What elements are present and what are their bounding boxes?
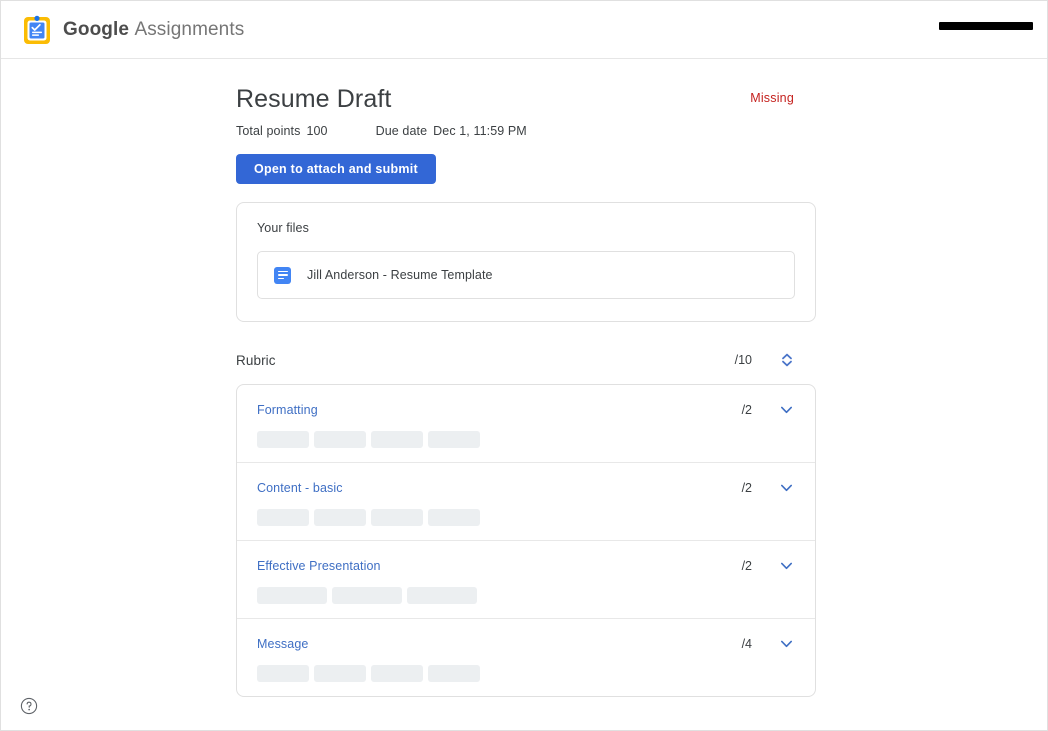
clipboard-check-icon [24,15,50,44]
criterion-header: Content - basic /2 [237,479,815,496]
chevron-down-icon[interactable] [778,635,795,652]
total-points-label: Total points [236,124,301,138]
criterion-placeholder-chips [237,665,815,682]
your-files-title: Your files [257,221,309,235]
due-date-label: Due date [375,124,428,138]
criterion-points: /2 [741,402,752,417]
criterion-name[interactable]: Formatting [257,403,742,417]
criterion-placeholder-chips [237,587,815,604]
rubric-criterion: Formatting /2 [237,385,815,463]
placeholder-chip [428,665,480,682]
placeholder-chip [257,509,309,526]
brand-google: Google [63,18,130,40]
placeholder-chip [428,431,480,448]
rubric-criterion: Message /4 [237,619,815,696]
chevron-down-icon[interactable] [778,557,795,574]
rubric-total-score: /10 [734,353,752,367]
criterion-placeholder-chips [237,431,815,448]
rubric-criterion: Effective Presentation /2 [237,541,815,619]
rubric-card: Formatting /2 Content - basic /2 Effecti… [236,384,816,697]
chevron-down-icon[interactable] [778,401,795,418]
assignment-header: Resume Draft Missing [236,83,816,115]
criterion-header: Message /4 [237,635,815,652]
placeholder-chip [257,665,309,682]
main-content: Resume Draft Missing Total points 100 Du… [1,59,1047,697]
criterion-name[interactable]: Message [257,637,742,651]
open-to-attach-and-submit-button[interactable]: Open to attach and submit [236,154,436,184]
chevron-up-down-icon[interactable] [778,351,796,369]
criterion-header: Effective Presentation /2 [237,557,815,574]
criterion-points: /2 [741,558,752,573]
rubric-title: Rubric [236,352,276,368]
criterion-points: /2 [741,480,752,495]
criterion-placeholder-chips [237,509,815,526]
placeholder-chip [371,509,423,526]
content-column: Resume Draft Missing Total points 100 Du… [236,83,816,697]
placeholder-chip [257,431,309,448]
app-header: Google Assignments [1,1,1047,59]
criterion-points: /4 [741,636,752,651]
total-points-value: 100 [306,124,328,138]
help-circle-icon[interactable] [20,697,38,715]
placeholder-chip [407,587,477,604]
chevron-down-icon[interactable] [778,479,795,496]
status-badge: Missing [750,91,794,105]
criterion-name[interactable]: Effective Presentation [257,559,742,573]
placeholder-chip [314,431,366,448]
your-files-card: Your files Jill Anderson - Resume Templa… [236,202,816,322]
placeholder-chip [314,509,366,526]
placeholder-chip [257,587,327,604]
rubric-header: Rubric /10 [236,348,816,372]
file-name: Jill Anderson - Resume Template [307,268,493,282]
criterion-header: Formatting /2 [237,401,815,418]
google-docs-icon [274,266,291,284]
placeholder-chip [371,431,423,448]
assignment-meta: Total points 100 Due date Dec 1, 11:59 P… [236,124,816,138]
placeholder-chip [371,665,423,682]
brand-wordmark: Google Assignments [63,19,244,41]
due-date-value: Dec 1, 11:59 PM [433,124,527,138]
file-row[interactable]: Jill Anderson - Resume Template [257,251,795,299]
placeholder-chip [332,587,402,604]
rubric-criterion: Content - basic /2 [237,463,815,541]
placeholder-chip [428,509,480,526]
account-redaction-bar[interactable] [939,22,1033,30]
placeholder-chip [314,665,366,682]
brand-assignments: Assignments [134,18,245,40]
assignments-page: Google Assignments Resume Draft Missing … [0,0,1048,731]
page-title: Resume Draft [236,85,392,113]
criterion-name[interactable]: Content - basic [257,481,742,495]
